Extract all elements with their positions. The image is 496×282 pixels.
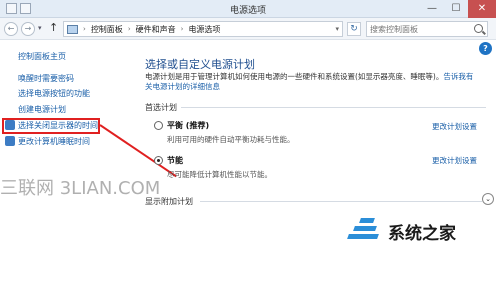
breadcrumb-separator: › bbox=[83, 25, 86, 33]
sidebar-item-power-button[interactable]: 选择电源按钮的功能 bbox=[18, 88, 90, 99]
breadcrumb-separator: › bbox=[127, 25, 131, 33]
sidebar-item-create-plan[interactable]: 创建电源计划 bbox=[18, 104, 66, 115]
page-title: 选择或自定义电源计划 bbox=[145, 58, 255, 71]
sidebar-home-link[interactable]: 控制面板主页 bbox=[18, 51, 66, 62]
more-plans-divider bbox=[200, 201, 482, 202]
sidebar-item-sleep[interactable]: 更改计算机睡眠时间 bbox=[18, 136, 90, 147]
plan-radio-power-saver[interactable] bbox=[154, 156, 163, 165]
title-bar: 电源选项 — ☐ ✕ bbox=[0, 0, 496, 18]
sidebar: 控制面板主页 唤醒时需要密码 选择电源按钮的功能 创建电源计划 选择关闭显示器的… bbox=[0, 40, 128, 282]
up-button[interactable]: ↑ bbox=[49, 21, 58, 34]
breadcrumb-separator: › bbox=[180, 25, 184, 33]
sidebar-item-wake-password[interactable]: 唤醒时需要密码 bbox=[18, 73, 74, 84]
back-button[interactable]: ← bbox=[4, 22, 18, 36]
section-label: 首选计划 bbox=[145, 103, 177, 112]
plan-radio-balanced[interactable] bbox=[154, 121, 163, 130]
minimize-button[interactable]: — bbox=[420, 0, 444, 18]
search-input[interactable] bbox=[370, 23, 470, 35]
search-box[interactable] bbox=[366, 21, 488, 37]
page-description: 电源计划是用于管理计算机如何使用电源的一些硬件和系统设置(如显示器亮度、睡眠等)… bbox=[145, 72, 475, 92]
section-divider bbox=[181, 107, 486, 108]
breadcrumb-item[interactable]: 电源选项 bbox=[188, 24, 220, 35]
logo-icon bbox=[344, 216, 382, 246]
recent-locations-icon[interactable]: ▾ bbox=[38, 24, 42, 32]
highlight-annotation bbox=[2, 118, 100, 134]
watermark-logo: 系统之家 bbox=[344, 209, 496, 253]
maximize-button[interactable]: ☐ bbox=[444, 0, 468, 18]
change-plan-settings-link[interactable]: 更改计划设置 bbox=[432, 155, 477, 166]
breadcrumb-item[interactable]: 硬件和声音 bbox=[136, 24, 176, 35]
moon-icon bbox=[5, 136, 15, 146]
logo-text: 系统之家 bbox=[388, 223, 456, 244]
control-panel-icon bbox=[67, 24, 78, 34]
breadcrumb-item[interactable]: 控制面板 bbox=[91, 24, 123, 35]
forward-button[interactable]: → bbox=[21, 22, 35, 36]
chevron-down-icon[interactable]: ▾ bbox=[335, 25, 339, 33]
close-button[interactable]: ✕ bbox=[468, 0, 496, 18]
breadcrumb[interactable]: › 控制面板 › 硬件和声音 › 电源选项 ▾ bbox=[63, 21, 343, 37]
address-bar: ← → ▾ ↑ › 控制面板 › 硬件和声音 › 电源选项 ▾ ↻ bbox=[0, 18, 496, 40]
change-plan-settings-link[interactable]: 更改计划设置 bbox=[432, 121, 477, 132]
refresh-button[interactable]: ↻ bbox=[347, 22, 361, 36]
plan-description: 利用可用的硬件自动平衡功耗与性能。 bbox=[167, 135, 295, 144]
watermark-text: 三联网 3LIAN.COM bbox=[0, 178, 161, 199]
plan-name: 平衡 (推荐) bbox=[167, 121, 210, 130]
search-icon[interactable] bbox=[474, 24, 483, 33]
plan-description: 尽可能降低计算机性能以节能。 bbox=[167, 170, 272, 179]
plan-name: 节能 bbox=[167, 156, 183, 165]
chevron-down-icon[interactable]: ⌄ bbox=[482, 193, 494, 205]
description-text: 电源计划是用于管理计算机如何使用电源的一些硬件和系统设置(如显示器亮度、睡眠等)… bbox=[145, 72, 444, 81]
